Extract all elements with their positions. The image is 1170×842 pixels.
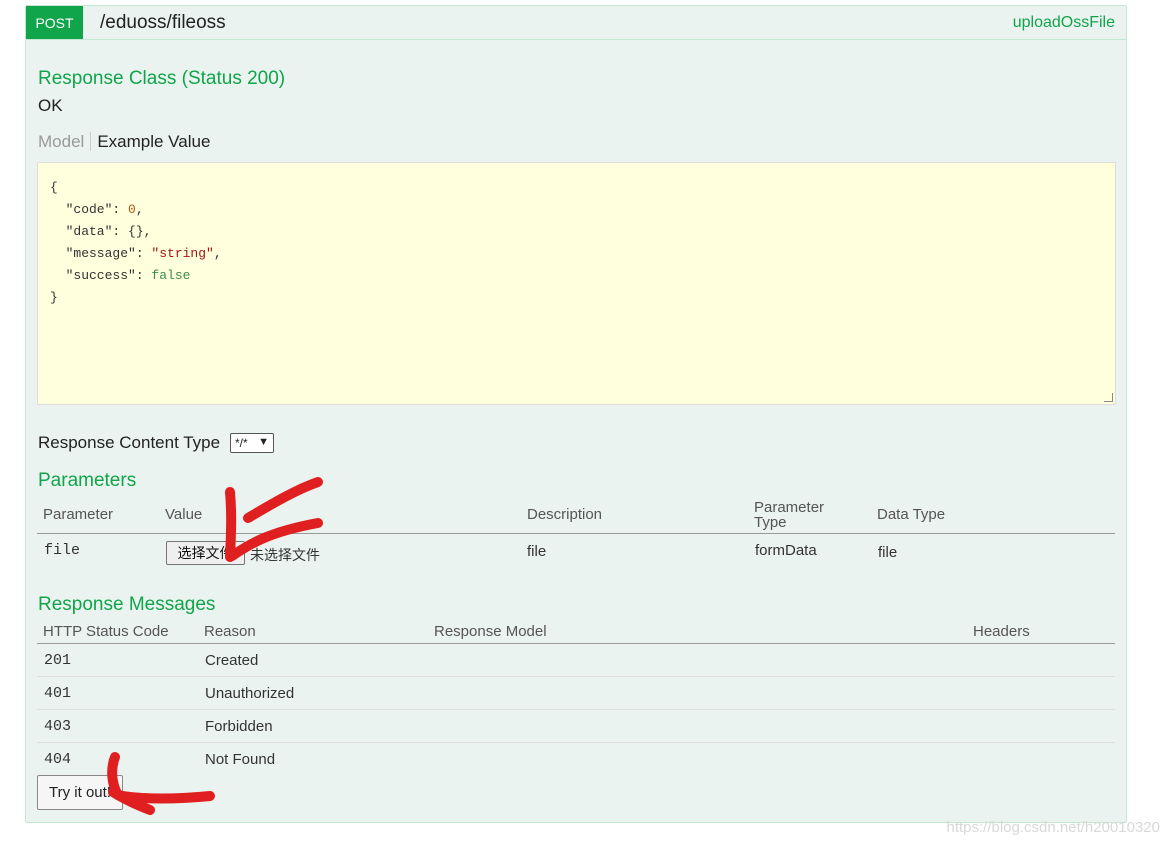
- param-type: formData: [755, 542, 817, 559]
- operation-nickname[interactable]: uploadOssFile: [1013, 14, 1115, 32]
- choose-file-button[interactable]: 选择文件: [166, 541, 245, 565]
- col-http-status-code: HTTP Status Code: [43, 623, 169, 640]
- col-response-model: Response Model: [434, 623, 547, 640]
- col-reason: Reason: [204, 623, 256, 640]
- col-value: Value: [165, 506, 203, 523]
- response-status-text: OK: [38, 96, 63, 115]
- row-divider: [37, 709, 1115, 710]
- json-line: {: [50, 180, 58, 195]
- example-value-box[interactable]: { "code": 0, "data": {}, "message": "str…: [37, 162, 1116, 405]
- endpoint-path[interactable]: /eduoss/fileoss: [100, 12, 226, 34]
- json-line: "success": false: [50, 268, 191, 283]
- chevron-down-icon: ▼: [258, 436, 269, 448]
- resize-handle-icon[interactable]: [1104, 393, 1113, 402]
- param-name: file: [44, 542, 81, 559]
- col-parameter-type: Parameter Type: [754, 499, 825, 531]
- status-code: 201: [44, 652, 72, 669]
- row-divider: [37, 742, 1115, 743]
- status-code: 404: [44, 751, 72, 768]
- response-content-type-label: Response Content Type: [38, 433, 221, 452]
- tab-example-value[interactable]: Example Value: [91, 132, 210, 151]
- status-reason: Forbidden: [205, 718, 273, 735]
- col-parameter: Parameter: [43, 506, 114, 523]
- response-class-heading: Response Class (Status 200): [38, 68, 286, 89]
- status-reason: Not Found: [205, 751, 276, 768]
- tab-model[interactable]: Model: [38, 132, 92, 151]
- row-divider: [37, 676, 1115, 677]
- response-content-type-select[interactable]: */* ▼: [230, 433, 274, 453]
- divider: [37, 643, 1115, 644]
- json-line: "code": 0,: [50, 202, 144, 217]
- parameters-heading: Parameters: [38, 470, 137, 491]
- try-it-out-button[interactable]: Try it out!: [37, 775, 123, 810]
- col-description: Description: [527, 506, 603, 523]
- param-description: file: [527, 543, 547, 560]
- col-data-type: Data Type: [877, 506, 946, 523]
- status-reason: Created: [205, 652, 259, 669]
- json-line: "message": "string",: [50, 246, 222, 261]
- col-headers: Headers: [973, 623, 1030, 640]
- json-line: "data": {},: [50, 224, 152, 239]
- status-reason: Unauthorized: [205, 685, 295, 702]
- model-tabs: Model Example Value: [38, 132, 210, 152]
- status-code: 403: [44, 718, 72, 735]
- json-line: }: [50, 290, 58, 305]
- watermark: https://blog.csdn.net/h20010320: [946, 819, 1160, 836]
- http-method-badge[interactable]: POST: [26, 6, 83, 39]
- divider: [37, 533, 1115, 534]
- operation-header[interactable]: POST /eduoss/fileoss uploadOssFile: [26, 6, 1126, 40]
- response-messages-heading: Response Messages: [38, 594, 216, 615]
- operation-panel: POST /eduoss/fileoss uploadOssFile Respo…: [25, 5, 1127, 823]
- select-value: */*: [235, 436, 248, 450]
- status-code: 401: [44, 685, 72, 702]
- param-data-type: file: [878, 544, 898, 561]
- no-file-chosen-text: 未选择文件: [250, 547, 320, 563]
